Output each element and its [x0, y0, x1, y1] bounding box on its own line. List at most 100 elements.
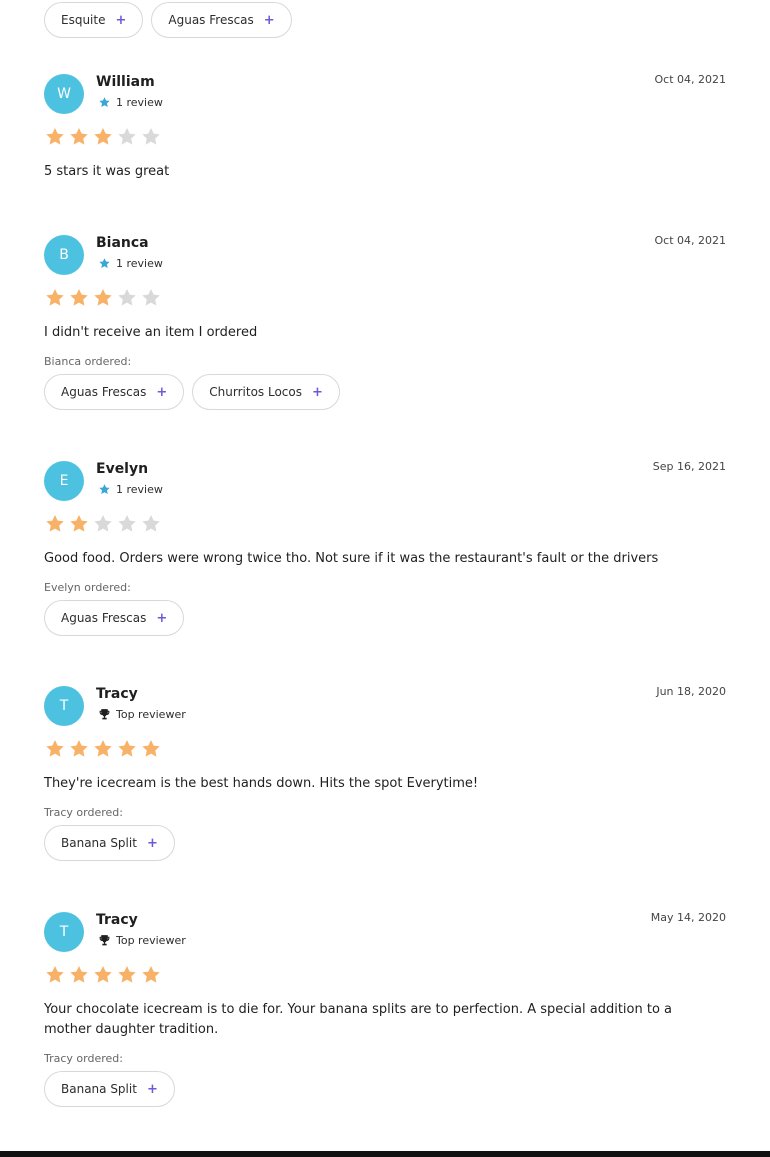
star-rating	[44, 126, 162, 148]
plus-icon: +	[146, 1081, 158, 1097]
review-text: They're icecream is the best hands down.…	[44, 776, 479, 791]
reviewer-meta-label: Top reviewer	[116, 708, 186, 721]
review-date: Oct 04, 2021	[654, 73, 727, 86]
star-filled-icon	[94, 128, 112, 145]
ordered-item-chip[interactable]: Churritos Locos +	[192, 374, 340, 410]
ordered-item-chip[interactable]: Aguas Frescas +	[151, 2, 292, 38]
chip-label: Churritos Locos	[209, 385, 302, 399]
reviewer-meta: 1 review	[96, 257, 163, 270]
star-filled-icon	[94, 289, 112, 306]
star-rating	[44, 513, 162, 535]
plus-icon: +	[263, 12, 275, 28]
avatar: B	[44, 235, 84, 275]
review-text: I didn't receive an item I ordered	[44, 325, 258, 340]
chip-label: Aguas Frescas	[61, 385, 147, 399]
ordered-items-chips: Banana Split +	[44, 1071, 175, 1107]
reviewer-meta-label: 1 review	[116, 96, 163, 109]
ordered-item-chip[interactable]: Banana Split +	[44, 825, 175, 861]
review-header: E Evelyn 1 review Sep 16, 2021	[44, 460, 726, 501]
ordered-label: Tracy ordered:	[44, 806, 123, 819]
star-empty-icon	[94, 515, 112, 532]
ordered-item-chip[interactable]: Aguas Frescas +	[44, 600, 185, 636]
star-filled-icon	[70, 515, 88, 532]
star-empty-icon	[142, 289, 160, 306]
ordered-items-chips: Aguas Frescas +	[44, 600, 185, 636]
reviewer-meta: Top reviewer	[96, 708, 186, 721]
reviewer-meta: 1 review	[96, 96, 163, 109]
star-empty-icon	[142, 128, 160, 145]
star-filled-icon	[94, 966, 112, 983]
star-filled-icon	[70, 966, 88, 983]
ordered-label: Evelyn ordered:	[44, 581, 131, 594]
star-filled-icon	[142, 740, 160, 757]
star-filled-icon	[118, 740, 136, 757]
review-header: B Bianca 1 review Oct 04, 2021	[44, 234, 727, 275]
reviewer-meta: 1 review	[96, 483, 163, 496]
plus-icon: +	[312, 384, 323, 400]
review-text: Good food. Orders were wrong twice tho. …	[44, 551, 659, 566]
star-filled-icon	[118, 966, 136, 983]
star-rating	[44, 964, 162, 986]
review-item: T Tracy Top reviewer Jun 18, 2020 They're ic…	[44, 685, 726, 861]
reviewer-name: Tracy	[96, 686, 138, 702]
ordered-items-chips: Esquite + Aguas Frescas +	[44, 2, 292, 38]
avatar: T	[44, 686, 84, 726]
reviewer-name: Bianca	[96, 235, 149, 251]
star-filled-icon	[46, 128, 64, 145]
plus-icon: +	[156, 610, 168, 626]
star-empty-icon	[118, 289, 136, 306]
review-date: Oct 04, 2021	[654, 234, 727, 247]
review-date: Jun 18, 2020	[656, 685, 726, 698]
star-icon	[96, 257, 112, 270]
star-rating	[44, 287, 162, 309]
star-filled-icon	[46, 966, 64, 983]
avatar: W	[44, 74, 84, 114]
chip-label: Banana Split	[61, 836, 137, 850]
star-icon	[96, 483, 112, 496]
ordered-items-chips: Aguas Frescas + Churritos Locos +	[44, 374, 340, 410]
chip-label: Aguas Frescas	[61, 611, 147, 625]
ordered-items-chips: Banana Split +	[44, 825, 175, 861]
review-text: 5 stars it was great	[44, 164, 170, 179]
plus-icon: +	[146, 835, 158, 851]
chip-label: Aguas Frescas	[168, 13, 254, 27]
star-filled-icon	[46, 515, 64, 532]
review-header: T Tracy Top reviewer Jun 18, 2020	[44, 685, 726, 726]
plus-icon: +	[156, 384, 168, 400]
review-header: T Tracy Top reviewer May 14, 2020	[44, 911, 726, 952]
bottom-divider	[0, 1151, 770, 1157]
star-icon	[96, 96, 112, 109]
reviewer-meta: Top reviewer	[96, 934, 186, 947]
review-item: B Bianca 1 review Oct 04, 2021 I didn't rece…	[44, 234, 727, 410]
chip-label: Banana Split	[61, 1082, 137, 1096]
star-filled-icon	[46, 740, 64, 757]
reviewer-meta-label: 1 review	[116, 483, 163, 496]
ordered-label: Bianca ordered:	[44, 355, 132, 368]
chip-label: Esquite	[61, 13, 106, 27]
ordered-item-chip[interactable]: Aguas Frescas +	[44, 374, 185, 410]
trophy-icon	[96, 708, 112, 721]
reviewer-meta-label: 1 review	[116, 257, 163, 270]
reviewer-name: Tracy	[96, 912, 138, 928]
reviewer-meta-label: Top reviewer	[116, 934, 186, 947]
avatar: E	[44, 461, 84, 501]
ordered-item-chip[interactable]: Banana Split +	[44, 1071, 175, 1107]
star-filled-icon	[70, 740, 88, 757]
review-item: W William 1 review Oct 04, 2021 5 stars it w…	[44, 73, 727, 179]
star-filled-icon	[70, 289, 88, 306]
review-text: Your chocolate icecream is to die for. Y…	[44, 1002, 672, 1037]
plus-icon: +	[115, 12, 127, 28]
reviewer-name: William	[96, 74, 155, 90]
review-header: W William 1 review Oct 04, 2021	[44, 73, 727, 114]
reviewer-name: Evelyn	[96, 461, 149, 477]
review-item: T Tracy Top reviewer May 14, 2020 Your choco…	[44, 911, 726, 1107]
star-filled-icon	[94, 740, 112, 757]
star-empty-icon	[118, 515, 136, 532]
review-date: May 14, 2020	[650, 911, 726, 924]
review-date: Sep 16, 2021	[652, 460, 726, 473]
ordered-item-chip[interactable]: Esquite +	[44, 2, 144, 38]
avatar: T	[44, 912, 84, 952]
star-filled-icon	[46, 289, 64, 306]
trophy-icon	[96, 934, 112, 947]
star-filled-icon	[142, 966, 160, 983]
